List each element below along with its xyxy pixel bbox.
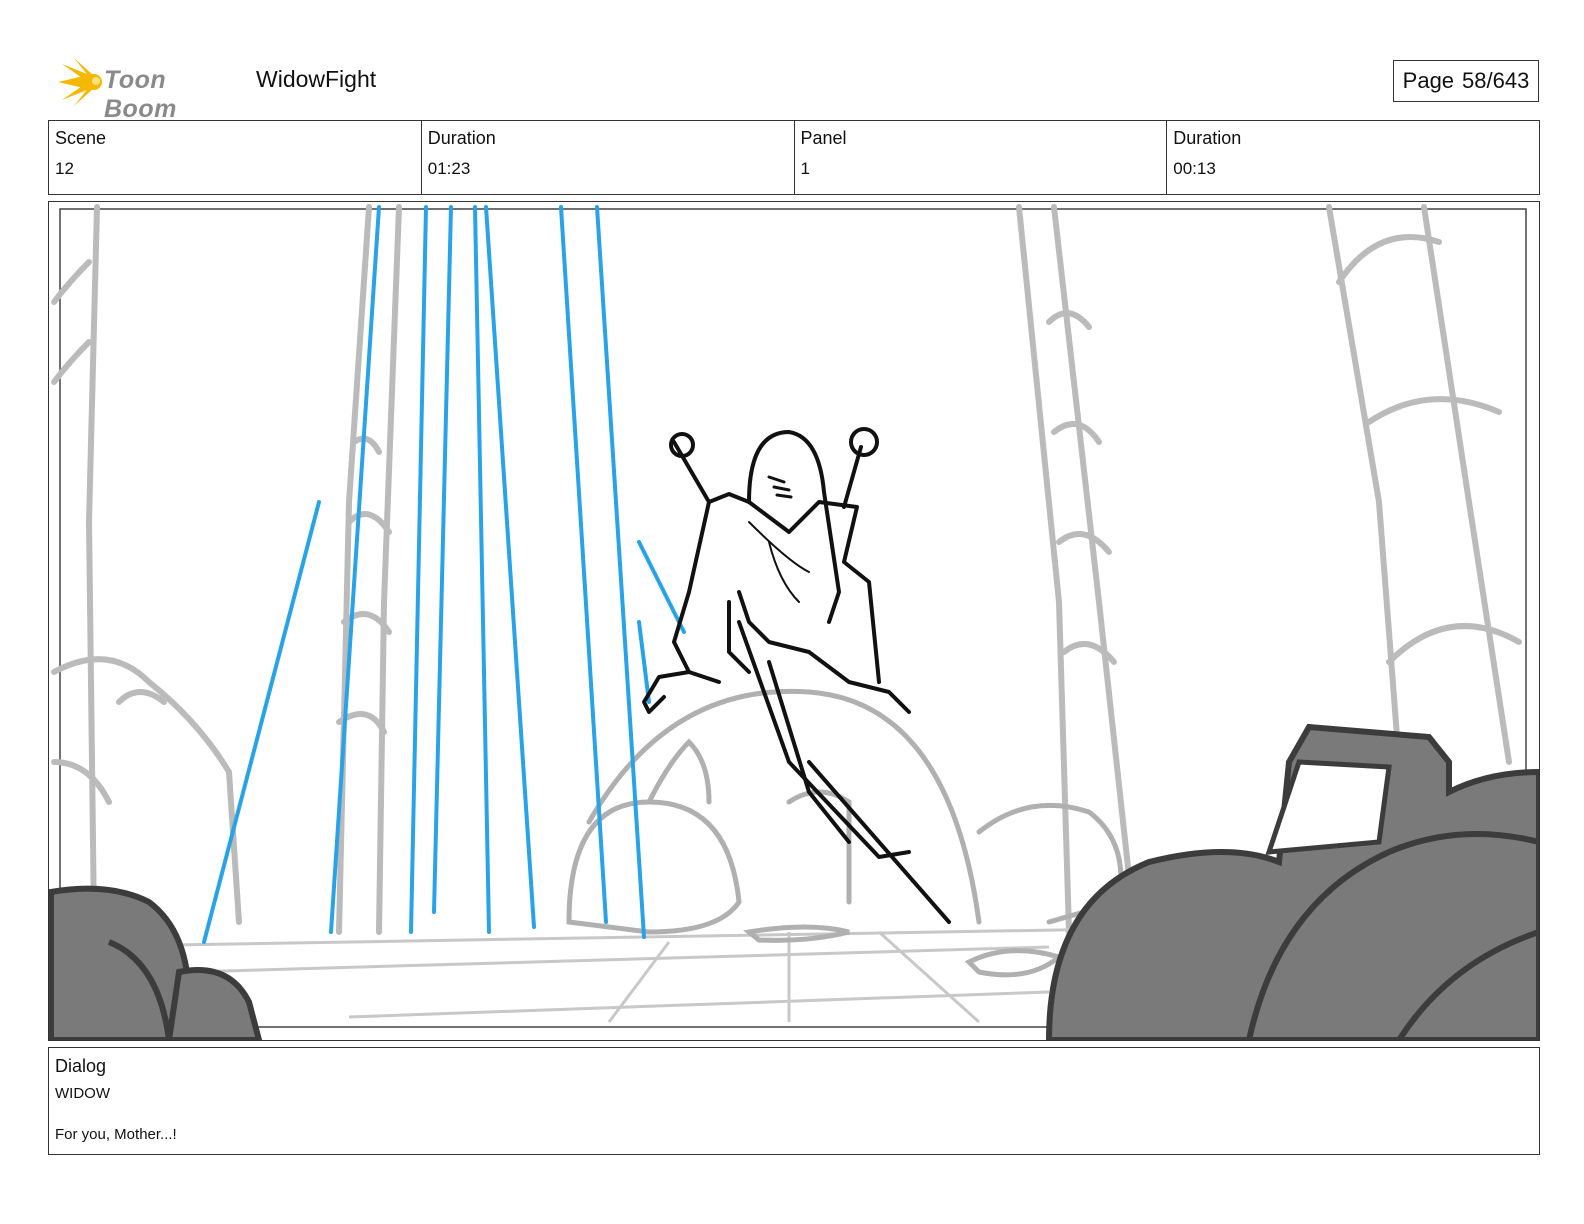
dialog-label: Dialog: [55, 1056, 107, 1076]
scene-duration-value: 01:23: [427, 159, 471, 178]
panel-label: Panel: [800, 128, 847, 148]
widow-figure: [642, 427, 951, 924]
toon-boom-logo: Toon Boom: [52, 56, 242, 123]
storyboard-panel: [48, 201, 1540, 1041]
page-indicator: Page 58/643: [1393, 60, 1539, 102]
page-number: 58/643: [1462, 68, 1530, 93]
panel-duration-value: 00:13: [1173, 159, 1216, 178]
panel-sketch: [49, 204, 1539, 1040]
scene-duration-label: Duration: [427, 128, 496, 148]
dialog-speaker: WIDOW: [55, 1085, 110, 1102]
scene-duration-cell: Duration 01:23: [422, 121, 795, 194]
page-label: Page: [1402, 68, 1455, 93]
starburst-icon: [58, 58, 102, 106]
scene-label: Scene: [55, 128, 107, 148]
dialog-box: Dialog WIDOW For you, Mother...!: [48, 1047, 1540, 1155]
logo-text: Toon Boom: [104, 66, 177, 123]
light-beams: [202, 205, 686, 944]
scene-cell: Scene 12: [49, 121, 422, 194]
dialog-line: For you, Mother...!: [55, 1126, 177, 1143]
panel-value: 1: [800, 159, 810, 178]
project-title: WidowFight: [256, 66, 377, 92]
rock-and-figures: [566, 688, 1124, 978]
panel-cell: Panel 1: [795, 121, 1168, 194]
panel-duration-cell: Duration 00:13: [1167, 121, 1539, 194]
scene-info-table: Scene 12 Duration 01:23 Panel 1 Duration…: [48, 120, 1540, 195]
scene-value: 12: [55, 159, 74, 178]
panel-duration-label: Duration: [1173, 128, 1242, 148]
